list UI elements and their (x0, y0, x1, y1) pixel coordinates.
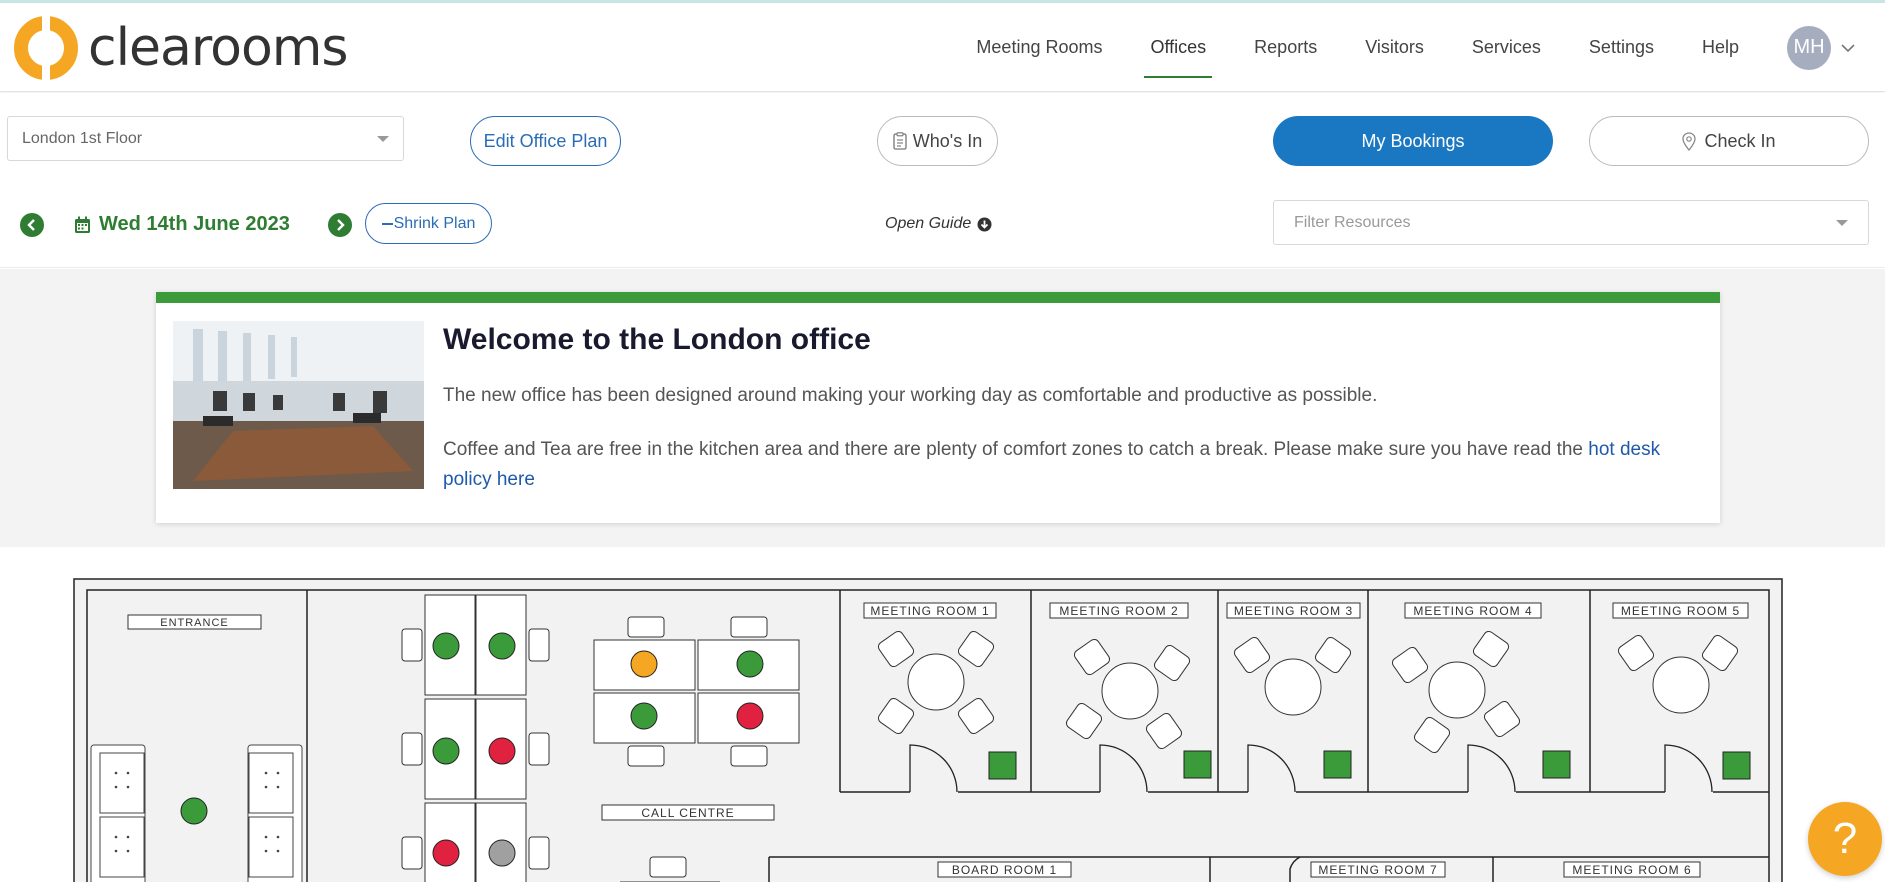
arrow-circle-down-icon (977, 217, 992, 231)
open-guide-link[interactable]: Open Guide (885, 215, 992, 233)
desk-status-booked[interactable] (432, 839, 460, 867)
main-nav: Meeting Rooms Offices Reports Visitors S… (952, 3, 1885, 92)
table (1264, 658, 1322, 716)
date-display[interactable]: Wed 14th June 2023 (74, 213, 290, 236)
chevron-left-icon (27, 219, 35, 231)
table (1652, 656, 1710, 714)
check-in-label: Check In (1704, 130, 1776, 151)
map-pin-icon (1682, 131, 1697, 151)
nav-settings[interactable]: Settings (1565, 3, 1678, 92)
minus-icon (381, 222, 393, 225)
table (1428, 661, 1486, 719)
welcome-paragraph-2-text: Coffee and Tea are free in the kitchen a… (443, 439, 1589, 460)
edit-office-plan-button[interactable]: Edit Office Plan (470, 116, 621, 166)
floor-plan-svg: ENTRANCE CALL CENTRE MEETING ROOM 1 MEET… (73, 578, 1783, 882)
table (907, 653, 965, 711)
avatar[interactable]: MH (1787, 25, 1831, 70)
meeting-room-5-label[interactable]: MEETING ROOM 5 (1621, 604, 1740, 618)
meeting-room-3-label[interactable]: MEETING ROOM 3 (1234, 604, 1353, 618)
welcome-paragraph-2: Coffee and Tea are free in the kitchen a… (443, 435, 1693, 495)
shrink-plan-label: Shrink Plan (393, 214, 476, 232)
filter-resources-placeholder: Filter Resources (1294, 213, 1411, 231)
nav-help[interactable]: Help (1678, 3, 1763, 92)
call-centre-label: CALL CENTRE (641, 806, 734, 820)
desk-status-available[interactable] (630, 702, 658, 730)
desk-status-pending[interactable] (630, 650, 658, 678)
office-photo (173, 321, 424, 489)
my-bookings-button[interactable]: My Bookings (1273, 116, 1553, 166)
calendar-icon (75, 216, 90, 233)
chair (649, 856, 687, 878)
app-header: clearooms Meeting Rooms Offices Reports … (0, 3, 1885, 92)
table (1101, 662, 1159, 720)
desk-status-available[interactable] (488, 632, 516, 660)
chevron-down-icon[interactable] (1841, 40, 1855, 56)
caret-down-icon (1836, 219, 1848, 226)
desk-status-available[interactable] (180, 797, 208, 825)
shrink-plan-button[interactable]: Shrink Plan (365, 203, 492, 244)
entrance-label: ENTRANCE (160, 617, 229, 629)
sofa-right (247, 744, 303, 882)
welcome-title: Welcome to the London office (443, 323, 871, 356)
whos-in-button[interactable]: Who's In (877, 116, 998, 166)
location-select[interactable]: London 1st Floor (7, 116, 404, 161)
help-button[interactable]: ? (1808, 802, 1882, 876)
logo[interactable]: clearooms (14, 16, 349, 80)
filter-resources-select[interactable]: Filter Resources (1273, 200, 1869, 245)
meeting-room-4-status-available[interactable] (1542, 750, 1571, 779)
meeting-room-2-status-available[interactable] (1183, 750, 1212, 779)
nav-services[interactable]: Services (1448, 3, 1565, 92)
board-room-1-label[interactable]: BOARD ROOM 1 (952, 863, 1057, 877)
welcome-section: Welcome to the London office The new off… (0, 269, 1885, 547)
sofa-left (90, 744, 146, 882)
previous-day-button[interactable] (20, 213, 44, 237)
open-guide-label: Open Guide (885, 215, 972, 232)
clipboard-icon (893, 132, 907, 150)
date-label: Wed 14th June 2023 (99, 213, 290, 235)
meeting-room-2-label[interactable]: MEETING ROOM 2 (1059, 604, 1178, 618)
check-in-button[interactable]: Check In (1589, 116, 1869, 166)
nav-offices[interactable]: Offices (1126, 3, 1230, 92)
chevron-right-icon (337, 219, 345, 231)
meeting-room-4-label[interactable]: MEETING ROOM 4 (1413, 604, 1532, 618)
meeting-room-7-label[interactable]: MEETING ROOM 7 (1318, 863, 1437, 877)
location-select-value: London 1st Floor (22, 129, 143, 147)
inner-wall (86, 589, 1770, 882)
welcome-card: Welcome to the London office The new off… (156, 292, 1720, 523)
desk-status-available[interactable] (736, 650, 764, 678)
desk-status-unavailable[interactable] (488, 839, 516, 867)
meeting-room-1-label[interactable]: MEETING ROOM 1 (870, 604, 989, 618)
welcome-paragraph-1: The new office has been designed around … (443, 385, 1378, 406)
meeting-room-1-status-available[interactable] (988, 751, 1017, 780)
office-toolbar: London 1st Floor Edit Office Plan Who's … (0, 93, 1885, 268)
desk-status-booked[interactable] (736, 702, 764, 730)
nav-visitors[interactable]: Visitors (1341, 3, 1448, 92)
logo-text: clearooms (88, 18, 349, 78)
date-row: Wed 14th June 2023 Shrink Plan Open Guid… (0, 200, 1885, 253)
caret-down-icon (377, 135, 389, 142)
desk-status-booked[interactable] (488, 737, 516, 765)
desk-status-available[interactable] (432, 737, 460, 765)
meeting-room-3-status-available[interactable] (1323, 750, 1352, 779)
nav-meeting-rooms[interactable]: Meeting Rooms (952, 3, 1126, 92)
meeting-room-6-label[interactable]: MEETING ROOM 6 (1572, 863, 1691, 877)
nav-reports[interactable]: Reports (1230, 3, 1341, 92)
office-floor-plan: ENTRANCE CALL CENTRE MEETING ROOM 1 MEET… (0, 547, 1885, 882)
meeting-room-5-status-available[interactable] (1722, 751, 1751, 780)
whos-in-label: Who's In (912, 130, 983, 151)
desk-status-available[interactable] (432, 632, 460, 660)
next-day-button[interactable] (328, 213, 352, 237)
clearooms-logo-icon (14, 16, 78, 80)
